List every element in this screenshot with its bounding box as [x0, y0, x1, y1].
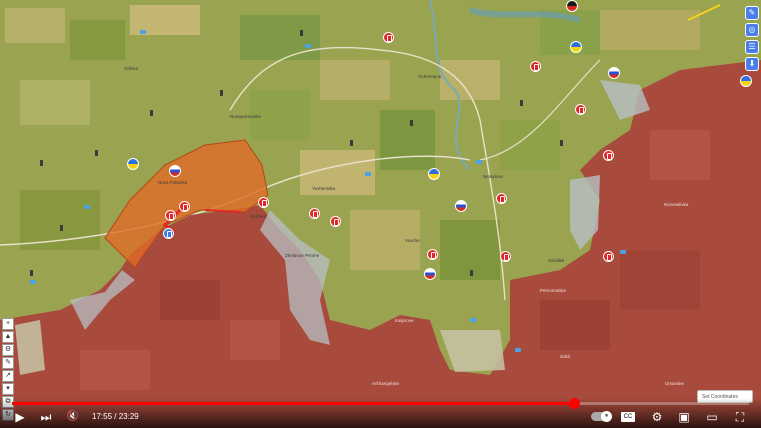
captions-button[interactable]: CC: [621, 412, 635, 422]
russia-flag-icon[interactable]: [169, 165, 181, 177]
download-tool-button[interactable]: ⬇: [745, 57, 759, 71]
field: [240, 15, 320, 60]
map-label: Kalynove: [395, 318, 414, 323]
field: [5, 8, 65, 43]
draw-line-button[interactable]: ✎: [2, 357, 14, 369]
strike-marker[interactable]: [496, 193, 507, 204]
map-label: Orlivka: [124, 66, 138, 71]
mute-button[interactable]: 🔇: [65, 410, 81, 424]
layers-tool-button[interactable]: ☰: [745, 40, 759, 54]
map-label: Arkhangelske: [372, 381, 400, 386]
map-label: Novopokrovske: [230, 114, 262, 119]
autoplay-toggle[interactable]: ⏸: [591, 411, 612, 422]
progress-bar[interactable]: [12, 398, 749, 409]
settings-tool-button[interactable]: ⚙: [2, 344, 14, 356]
ukraine-flag-icon[interactable]: [570, 41, 582, 53]
strike-marker[interactable]: [500, 251, 511, 262]
settings-button[interactable]: ⚙: [649, 410, 665, 424]
occupied-field: [160, 280, 220, 320]
friendly-marker[interactable]: [163, 228, 174, 239]
occupied-field: [650, 130, 710, 180]
map-label: Ocheretyne: [418, 74, 442, 79]
progress-played: [12, 402, 575, 405]
time-display: 17:55 / 23:29: [92, 412, 139, 421]
miniplayer-button[interactable]: ▣: [676, 410, 692, 424]
russia-flag-icon[interactable]: [424, 268, 436, 280]
map-label: Yevhenivka: [312, 186, 335, 191]
current-time: 17:55: [92, 412, 113, 421]
field: [500, 120, 560, 170]
field: [600, 10, 700, 50]
map-frame[interactable]: Nova Poltavka Prohres Yevhenivka Novopok…: [0, 0, 761, 428]
map-label: Sokil: [560, 354, 570, 359]
map-label: Novoselivka: [664, 202, 689, 207]
ukraine-flag-icon[interactable]: [740, 75, 752, 87]
duration: 23:29: [118, 412, 139, 421]
map-toolbar-right: ✎ ◎ ☰ ⬇: [745, 6, 759, 71]
draw-tool-button[interactable]: ✎: [745, 6, 759, 20]
strike-marker[interactable]: [330, 216, 341, 227]
occupied-field: [540, 300, 610, 350]
map-label: Solodke: [548, 258, 565, 263]
marker-tool-button[interactable]: ▲: [2, 331, 14, 343]
field: [70, 20, 125, 60]
polygon-tool-button[interactable]: ▾: [2, 383, 14, 395]
map-label: Pervomaiske: [540, 288, 567, 293]
video-player[interactable]: Nova Poltavka Prohres Yevhenivka Novopok…: [0, 0, 761, 428]
occupied-field: [80, 350, 150, 390]
grey-zone: [15, 320, 45, 375]
field: [440, 60, 500, 100]
field: [320, 60, 390, 100]
play-button[interactable]: ▶: [12, 410, 28, 424]
arrow-tool-button[interactable]: ↗: [2, 370, 14, 382]
next-button[interactable]: ⏭: [38, 410, 54, 424]
strike-marker[interactable]: [575, 104, 586, 115]
strike-marker[interactable]: [530, 61, 541, 72]
occupied-field: [620, 250, 700, 310]
map-label: Prohres: [250, 214, 267, 219]
strike-marker[interactable]: [427, 249, 438, 260]
unit-flag-icon[interactable]: [566, 0, 578, 12]
strike-marker[interactable]: [309, 208, 320, 219]
locate-tool-button[interactable]: ◎: [745, 23, 759, 37]
field: [20, 80, 90, 125]
russia-flag-icon[interactable]: [455, 200, 467, 212]
strike-marker[interactable]: [603, 251, 614, 262]
map-label: Vovche: [405, 238, 420, 243]
russia-flag-icon[interactable]: [608, 67, 620, 79]
strike-marker[interactable]: [165, 210, 176, 221]
fullscreen-button[interactable]: ⛶: [732, 410, 748, 424]
autoplay-knob: ⏸: [601, 411, 612, 422]
strike-marker[interactable]: [179, 201, 190, 212]
strike-marker[interactable]: [383, 32, 394, 43]
map-label: Nova Poltavka: [158, 180, 188, 185]
map-label: Netaylove: [483, 174, 504, 179]
strike-marker[interactable]: [603, 150, 614, 161]
field: [380, 110, 435, 170]
zoom-in-button[interactable]: +: [2, 318, 14, 330]
ukraine-flag-icon[interactable]: [127, 158, 139, 170]
strike-marker[interactable]: [258, 197, 269, 208]
map-label: Zhelanne Pershe: [285, 253, 320, 258]
occupied-field: [230, 320, 280, 360]
theater-mode-button[interactable]: ▭: [704, 410, 720, 424]
ukraine-flag-icon[interactable]: [428, 168, 440, 180]
map-label: Umanske: [665, 381, 685, 386]
